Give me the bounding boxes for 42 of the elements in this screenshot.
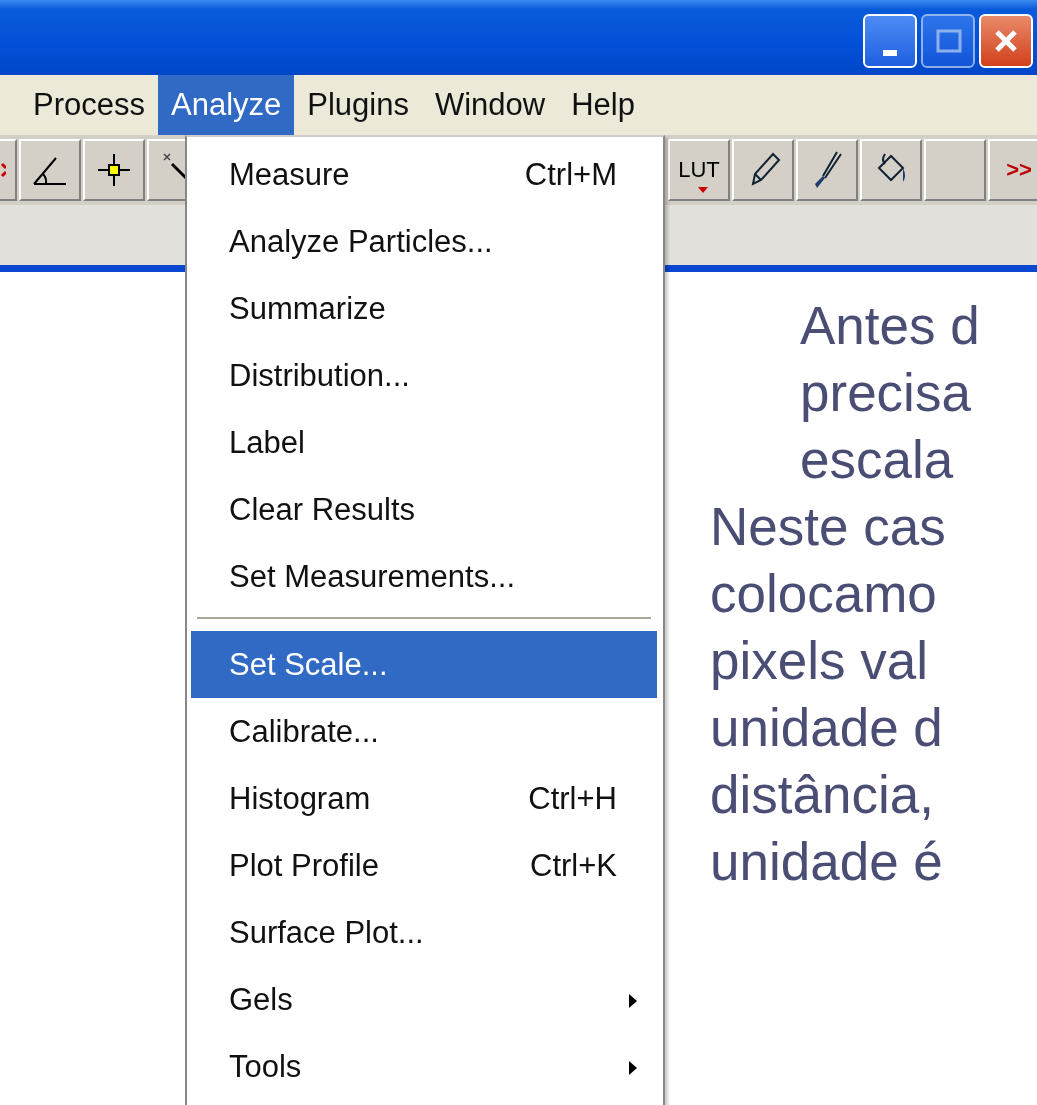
menu-item[interactable]: Plot Profile Ctrl+K bbox=[191, 832, 657, 899]
menu-item[interactable]: Label bbox=[191, 409, 657, 476]
menu-item[interactable]: Set Scale... bbox=[191, 631, 657, 698]
crosshair-point-tool-button[interactable] bbox=[83, 139, 145, 201]
menu-item[interactable]: Analyze Particles... bbox=[191, 208, 657, 275]
pencil-tool-button[interactable] bbox=[732, 139, 794, 201]
slide-text-line: Neste cas bbox=[710, 496, 947, 558]
menu-item[interactable]: Surface Plot... bbox=[191, 899, 657, 966]
slide-text-line: precisa bbox=[800, 362, 972, 424]
dropdown-triangle-icon bbox=[698, 187, 708, 193]
slide-text-line: pixels val bbox=[710, 630, 929, 692]
lut-button[interactable]: LUT bbox=[668, 139, 730, 201]
paint-bucket-tool-button[interactable] bbox=[860, 139, 922, 201]
slide-text-line: colocamo bbox=[710, 563, 938, 625]
submenu-arrow-icon bbox=[629, 1061, 637, 1075]
slide-text-line: unidade d bbox=[710, 697, 944, 759]
more-tools-button[interactable]: >> bbox=[988, 139, 1037, 201]
menu-item[interactable]: Calibrate... bbox=[191, 698, 657, 765]
empty-tool-button[interactable] bbox=[924, 139, 986, 201]
menu-bar-item[interactable]: Window bbox=[421, 75, 559, 135]
brush-tool-button[interactable] bbox=[796, 139, 858, 201]
menu-item[interactable]: Distribution... bbox=[191, 342, 657, 409]
menu-item[interactable]: Measure Ctrl+M bbox=[191, 141, 657, 208]
menu-bar-item[interactable]: Plugins bbox=[294, 75, 422, 135]
menu-item[interactable]: Tools bbox=[191, 1033, 657, 1100]
menu-item[interactable]: Histogram Ctrl+H bbox=[191, 765, 657, 832]
submenu-arrow-icon bbox=[629, 994, 637, 1008]
slide-text-line: distância, bbox=[710, 764, 935, 826]
menu-bar-item[interactable]: Help bbox=[558, 75, 648, 135]
menu-item[interactable]: Summarize bbox=[191, 275, 657, 342]
menu-bar-item[interactable]: Process bbox=[20, 75, 158, 135]
slide-text-line: unidade é bbox=[710, 831, 944, 893]
menu-item[interactable]: Clear Results bbox=[191, 476, 657, 543]
close-button[interactable] bbox=[979, 13, 1033, 68]
minimize-button[interactable] bbox=[863, 13, 917, 68]
slide-text-line: escala bbox=[800, 429, 955, 491]
menu-item[interactable]: Gels bbox=[191, 966, 657, 1033]
menu-item[interactable]: Set Measurements... bbox=[191, 543, 657, 610]
minimize-icon bbox=[883, 49, 897, 56]
menu-bar-item[interactable]: Analyze bbox=[158, 75, 295, 135]
angle-tool-button[interactable] bbox=[19, 139, 81, 201]
slide-text-line: Antes d bbox=[800, 295, 981, 357]
